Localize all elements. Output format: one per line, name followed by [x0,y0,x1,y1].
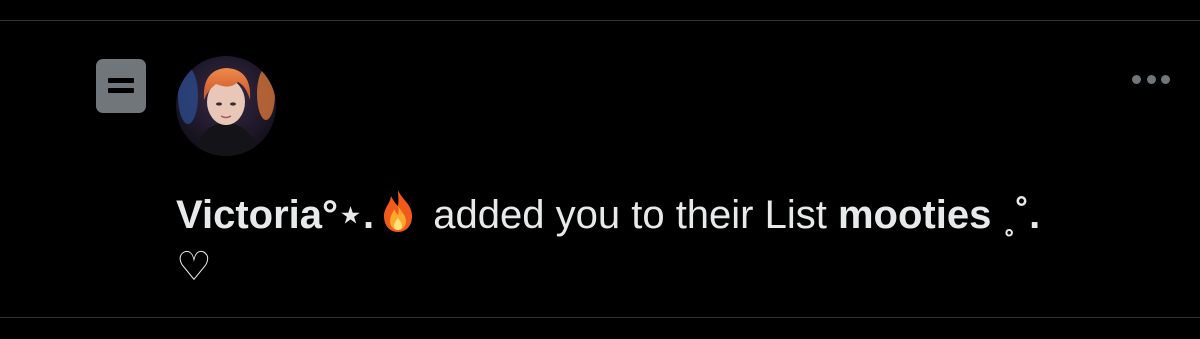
user-name-link[interactable]: Victoria°⋆. [176,190,422,237]
action-text: added you to their List [422,193,838,237]
more-dot [1132,74,1141,84]
more-options-icon[interactable] [1128,66,1174,92]
notification-text: Victoria°⋆. added you to their List moot… [176,188,1156,293]
more-dot [1161,74,1170,84]
bottom-divider [0,317,1200,318]
user-name-text: Victoria°⋆. [176,193,375,237]
more-dot [1146,74,1156,84]
list-name-trail: ˳˚. [1002,193,1041,237]
list-icon [96,59,146,113]
fire-icon [378,188,418,234]
list-name-heart: ♡ [176,244,212,290]
list-name-text: mooties [837,193,1003,237]
user-avatar[interactable] [176,56,276,156]
